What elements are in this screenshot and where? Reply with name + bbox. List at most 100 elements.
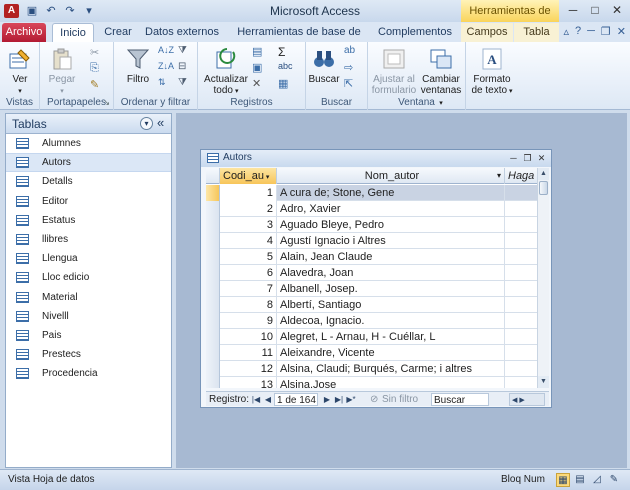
nav-collapse-button[interactable]: « [157,115,164,130]
nav-item-material[interactable]: Material [6,288,171,307]
nav-item-autors[interactable]: Autors [6,153,171,173]
scroll-up-icon[interactable]: ▲ [538,168,549,180]
cell-nom-autor[interactable]: Albanell, Josep. [277,281,505,297]
row-selector[interactable] [206,217,220,233]
save-record-icon[interactable]: ▣ [252,61,268,75]
more-icon[interactable]: ▦ [278,77,294,91]
first-record-icon[interactable]: |◀ [251,393,261,406]
table-minimize-icon[interactable]: ─ [507,152,520,164]
cell-codi[interactable]: 4 [220,233,277,249]
table-restore-icon[interactable]: ❐ [521,152,534,164]
scroll-down-icon[interactable]: ▼ [538,376,549,388]
table-row[interactable]: 9 Aldecoa, Ignacio. [206,313,537,329]
cell-codi[interactable]: 13 [220,377,277,388]
clipboard-launcher-icon[interactable]: ↘ [103,98,110,107]
cell-codi[interactable]: 2 [220,201,277,217]
table-row[interactable]: 6 Alavedra, Joan [206,265,537,281]
row-selector[interactable] [206,345,220,361]
row-selector[interactable] [206,313,220,329]
doc-minimize-icon[interactable]: ─ [587,25,595,38]
cell-nom-autor[interactable]: Aleixandre, Vicente [277,345,505,361]
last-record-icon[interactable]: ▶| [334,393,344,406]
goto-icon[interactable]: ⇨ [344,61,360,75]
row-selector[interactable] [206,297,220,313]
paste-button[interactable]: Pegar ▾ [46,46,78,97]
new-record-nav-icon[interactable]: ▶* [346,393,356,406]
nav-item-detalls[interactable]: Detalls [6,172,171,191]
cell-add-field[interactable] [505,233,537,249]
column-header-codi[interactable]: Codi_au ▾ [220,168,277,184]
nav-item-prestecs[interactable]: Prestecs [6,345,171,364]
nav-item-estatus[interactable]: Estatus [6,211,171,230]
replace-icon[interactable]: ab [344,45,360,59]
minimize-button[interactable]: ─ [562,2,584,19]
tab-complementos[interactable]: Complementos [377,23,453,42]
row-selector[interactable] [206,185,220,201]
doc-close-icon[interactable]: ✕ [617,25,626,38]
help-icon[interactable]: ? [575,25,581,38]
pivot-chart-view-icon[interactable]: ◿ [590,473,604,487]
cell-codi[interactable]: 3 [220,217,277,233]
cell-codi[interactable]: 1 [220,185,277,201]
table-close-icon[interactable]: ✕ [535,152,548,164]
table-row[interactable]: 3 Aguado Bleye, Pedro [206,217,537,233]
cell-codi[interactable]: 10 [220,329,277,345]
cell-codi[interactable]: 8 [220,297,277,313]
customize-icon[interactable]: ▾ [81,3,97,19]
prev-record-icon[interactable]: ◀ [263,393,273,406]
cell-nom-autor[interactable]: Aldecoa, Ignacio. [277,313,505,329]
cell-codi[interactable]: 7 [220,281,277,297]
sort-ascending-icon[interactable]: A↓Z [158,45,174,59]
cell-nom-autor[interactable]: Alegret, L - Arnau, H - Cuéllar, L [277,329,505,345]
tab-crear[interactable]: Crear [99,23,137,42]
filter-status-icon[interactable]: ⊘ [370,393,378,406]
tab-herramientas-bd[interactable]: Herramientas de base de datos [228,23,370,57]
row-selector[interactable] [206,249,220,265]
vertical-scrollbar[interactable]: ▲ ▼ [537,168,549,388]
nav-item-nivelll[interactable]: Nivelll [6,307,171,326]
redo-icon[interactable]: ↷ [62,3,78,19]
copy-icon[interactable]: ⎘ [90,62,106,76]
cell-add-field[interactable] [505,297,537,313]
cell-add-field[interactable] [505,185,537,201]
table-row[interactable]: 4 Agustí Ignacio i Altres [206,233,537,249]
cell-add-field[interactable] [505,265,537,281]
cell-add-field[interactable] [505,249,537,265]
record-search-input[interactable]: Buscar [431,393,489,406]
nav-item-llibres[interactable]: llibres [6,230,171,249]
maximize-button[interactable]: □ [584,2,606,19]
row-selector[interactable] [206,361,220,377]
pivot-table-view-icon[interactable]: ▤ [573,473,587,487]
cell-nom-autor[interactable]: Alsina, Claudi; Burqués, Carme; i altres [277,361,505,377]
view-button[interactable]: Ver ▾ [5,46,35,97]
cell-add-field[interactable] [505,201,537,217]
table-row[interactable]: 2 Adro, Xavier [206,201,537,217]
tab-tabla[interactable]: Tabla [514,23,559,42]
new-record-icon[interactable]: ▤ [252,45,268,59]
scroll-thumb[interactable] [539,181,548,195]
delete-record-icon[interactable]: ✕ [252,77,268,91]
select-all-corner[interactable] [206,168,220,184]
column-header-nom[interactable]: Nom_autor ▾ [277,168,505,184]
cell-nom-autor[interactable]: Alavedra, Joan [277,265,505,281]
cell-add-field[interactable] [505,217,537,233]
find-button[interactable]: Buscar [308,46,340,85]
cell-codi[interactable]: 12 [220,361,277,377]
undo-icon[interactable]: ↶ [43,3,59,19]
datasheet-view-icon[interactable]: ▦ [556,473,570,487]
sort-descending-icon[interactable]: Z↓A [158,61,174,75]
nav-menu-button[interactable]: ▾ [140,117,153,130]
fit-form-button[interactable]: Ajustar al formulario [370,46,418,96]
tab-campos[interactable]: Campos [461,23,513,42]
select-icon[interactable]: ⇱ [344,77,360,91]
table-row[interactable]: 7 Albanell, Josep. [206,281,537,297]
cell-add-field[interactable] [505,361,537,377]
cell-nom-autor[interactable]: Agustí Ignacio i Altres [277,233,505,249]
table-row[interactable]: 13 Alsina,Jose [206,377,537,388]
cell-codi[interactable]: 9 [220,313,277,329]
advanced-filter-icon[interactable]: ⊟ [178,61,194,75]
design-view-icon[interactable]: ✎ [607,473,621,487]
ribbon-minimize-icon[interactable]: ▵ [563,25,569,38]
table-row[interactable]: 5 Alain, Jean Claude [206,249,537,265]
close-button[interactable]: ✕ [606,2,628,19]
